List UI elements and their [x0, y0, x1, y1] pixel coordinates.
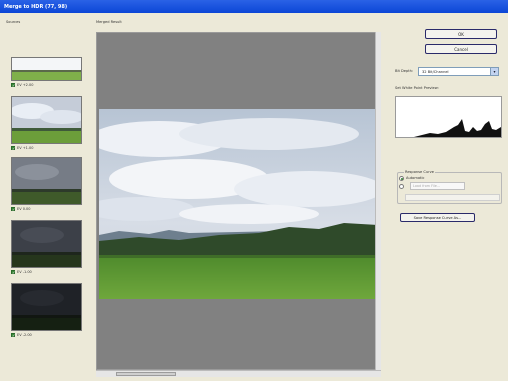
bit-depth-value: 32 Bit/Channel [422, 69, 449, 74]
sources-label: Sources [6, 20, 21, 24]
source-checkbox-4[interactable]: ✓ [11, 270, 15, 275]
source-label-1: EV +2.00 [17, 83, 34, 87]
source-thumbnail-1[interactable] [11, 57, 82, 81]
source-thumbnail-5[interactable] [11, 283, 82, 331]
source-checkbox-5[interactable]: ✓ [11, 333, 15, 338]
response-curve-label: Response Curve [404, 170, 436, 174]
load-from-file-radio[interactable] [399, 184, 404, 189]
response-file-path [405, 194, 500, 201]
chevron-down-icon[interactable]: ▾ [490, 68, 498, 75]
preview-label: Merged Result [96, 20, 122, 24]
save-response-curve-button[interactable]: Save Response Curve As... [400, 213, 475, 222]
preview-vertical-scrollbar[interactable] [375, 32, 381, 370]
preview-horizontal-scrollbar[interactable] [96, 370, 381, 377]
merged-preview[interactable] [84, 32, 384, 370]
source-checkbox-1[interactable]: ✓ [11, 83, 15, 88]
source-row-1[interactable]: ✓ EV +2.00 [11, 82, 33, 88]
bit-depth-select[interactable]: 32 Bit/Channel ▾ [418, 67, 499, 76]
cancel-button[interactable]: Cancel [425, 44, 497, 54]
merged-image [84, 109, 384, 299]
source-label-3: EV 0.00 [17, 207, 31, 211]
scroll-thumb[interactable] [116, 372, 176, 376]
source-checkbox-2[interactable]: ✓ [11, 146, 15, 151]
histogram[interactable] [395, 96, 502, 138]
source-row-4[interactable]: ✓ EV -1.00 [11, 269, 32, 275]
source-row-2[interactable]: ✓ EV +1.00 [11, 145, 33, 151]
source-thumbnail-3[interactable] [11, 157, 82, 205]
source-label-4: EV -1.00 [17, 270, 32, 274]
source-row-3[interactable]: ✓ EV 0.00 [11, 206, 31, 212]
source-label-2: EV +1.00 [17, 146, 34, 150]
source-thumbnail-2[interactable] [11, 96, 82, 144]
source-label-5: EV -2.00 [17, 333, 32, 337]
load-from-file-field[interactable]: Load from File... [410, 182, 465, 190]
source-row-5[interactable]: ✓ EV -2.00 [11, 332, 32, 338]
ok-button[interactable]: OK [425, 29, 497, 39]
bit-depth-label: Bit Depth: [395, 69, 414, 73]
source-thumbnail-4[interactable] [11, 220, 82, 268]
automatic-radio[interactable] [399, 176, 404, 181]
window-title: Merge to HDR (77, 98) [0, 0, 508, 13]
automatic-label: Automatic [406, 176, 425, 180]
histogram-label: Set White Point Preview: [395, 86, 439, 90]
source-checkbox-3[interactable]: ✓ [11, 207, 15, 212]
